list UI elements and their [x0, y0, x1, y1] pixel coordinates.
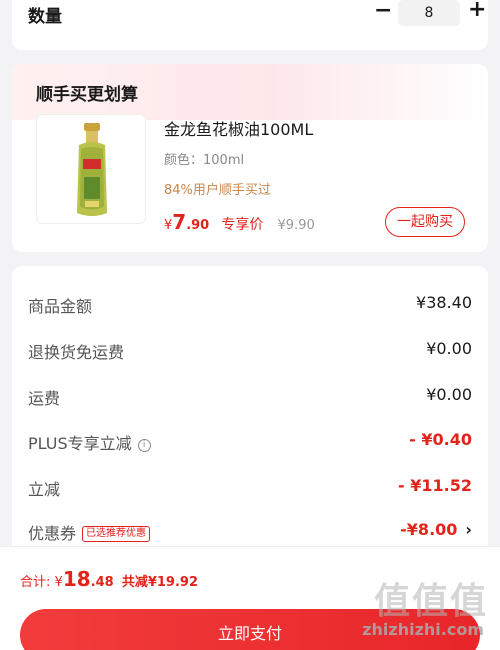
- summary-value: -¥8.00 ›: [400, 520, 472, 539]
- price-summary-card: 商品金额 ¥38.40 退换货免运费 ¥0.00 运费 ¥0.00 PLUS专享…: [12, 266, 488, 566]
- product-image[interactable]: [36, 114, 146, 224]
- chevron-right-icon[interactable]: ›: [465, 520, 472, 539]
- product-variant: 颜色：100ml: [164, 153, 245, 168]
- summary-value: ¥38.40: [416, 293, 472, 312]
- total-saving: 共减¥19.92: [121, 575, 198, 590]
- product-price-row: ¥7.90 专享价 ¥9.90: [164, 210, 315, 234]
- summary-label: 运费: [28, 389, 61, 408]
- buy-together-button[interactable]: 一起购买: [385, 207, 465, 237]
- price-decimal: .90: [186, 218, 210, 233]
- summary-row-plus-discount: PLUS专享立减 i - ¥0.40: [28, 430, 472, 454]
- total-label: 合计:: [20, 575, 51, 590]
- coupon-label: 优惠券: [28, 524, 77, 543]
- quantity-label: 数量: [28, 7, 62, 27]
- total-currency: ¥: [54, 575, 63, 590]
- product-name[interactable]: 金龙鱼花椒油100ML: [164, 116, 313, 140]
- summary-row-return-shipping: 退换货免运费 ¥0.00: [28, 339, 472, 363]
- oil-bottle-icon: [77, 123, 107, 216]
- price-integer: 7: [172, 210, 187, 234]
- bundle-title: 顺手买更划算: [36, 85, 138, 105]
- bundle-card: 顺手买更划算 金龙鱼花椒油100ML 颜色：100ml 84%用户顺手买过 ¥7…: [12, 64, 488, 252]
- summary-label: PLUS专享立减 i: [28, 430, 151, 454]
- summary-label: 优惠券 已选推荐优惠: [28, 520, 151, 544]
- original-price: ¥9.90: [277, 218, 315, 233]
- total-integer: 18: [62, 567, 91, 591]
- quantity-minus-button[interactable]: −: [374, 0, 392, 22]
- recommended-coupon-badge: 已选推荐优惠: [82, 526, 151, 542]
- summary-value: ¥0.00: [426, 385, 472, 404]
- summary-value: - ¥0.40: [409, 430, 472, 449]
- plus-discount-label: PLUS专享立减: [28, 434, 132, 453]
- summary-label: 立减: [28, 480, 61, 499]
- info-icon[interactable]: i: [137, 439, 151, 452]
- quantity-card: 数量 − 8 +: [12, 0, 488, 50]
- summary-value: ¥0.00: [426, 339, 472, 358]
- watermark-url: zhizhizhi.com: [362, 620, 484, 639]
- quantity-input[interactable]: 8: [398, 0, 460, 26]
- summary-value: - ¥11.52: [398, 476, 472, 495]
- summary-label: 退换货免运费: [28, 343, 125, 362]
- summary-row-goods-amount: 商品金额 ¥38.40: [28, 293, 472, 317]
- coupon-value: -¥8.00: [400, 520, 458, 539]
- summary-label: 商品金额: [28, 297, 93, 316]
- watermark-logo: 值值值: [373, 581, 488, 622]
- exclusive-price-tag: 专享价: [221, 217, 264, 233]
- quantity-plus-button[interactable]: +: [468, 0, 486, 21]
- summary-row-coupon[interactable]: 优惠券 已选推荐优惠 -¥8.00 ›: [28, 520, 472, 544]
- total-decimal: .48: [90, 575, 114, 590]
- total-amount: 合计: ¥18.48 共减¥19.92: [20, 567, 198, 591]
- product-buyers-rate: 84%用户顺手买过: [164, 183, 271, 198]
- summary-row-shipping: 运费 ¥0.00: [28, 385, 472, 409]
- summary-row-instant-discount: 立减 - ¥11.52: [28, 476, 472, 500]
